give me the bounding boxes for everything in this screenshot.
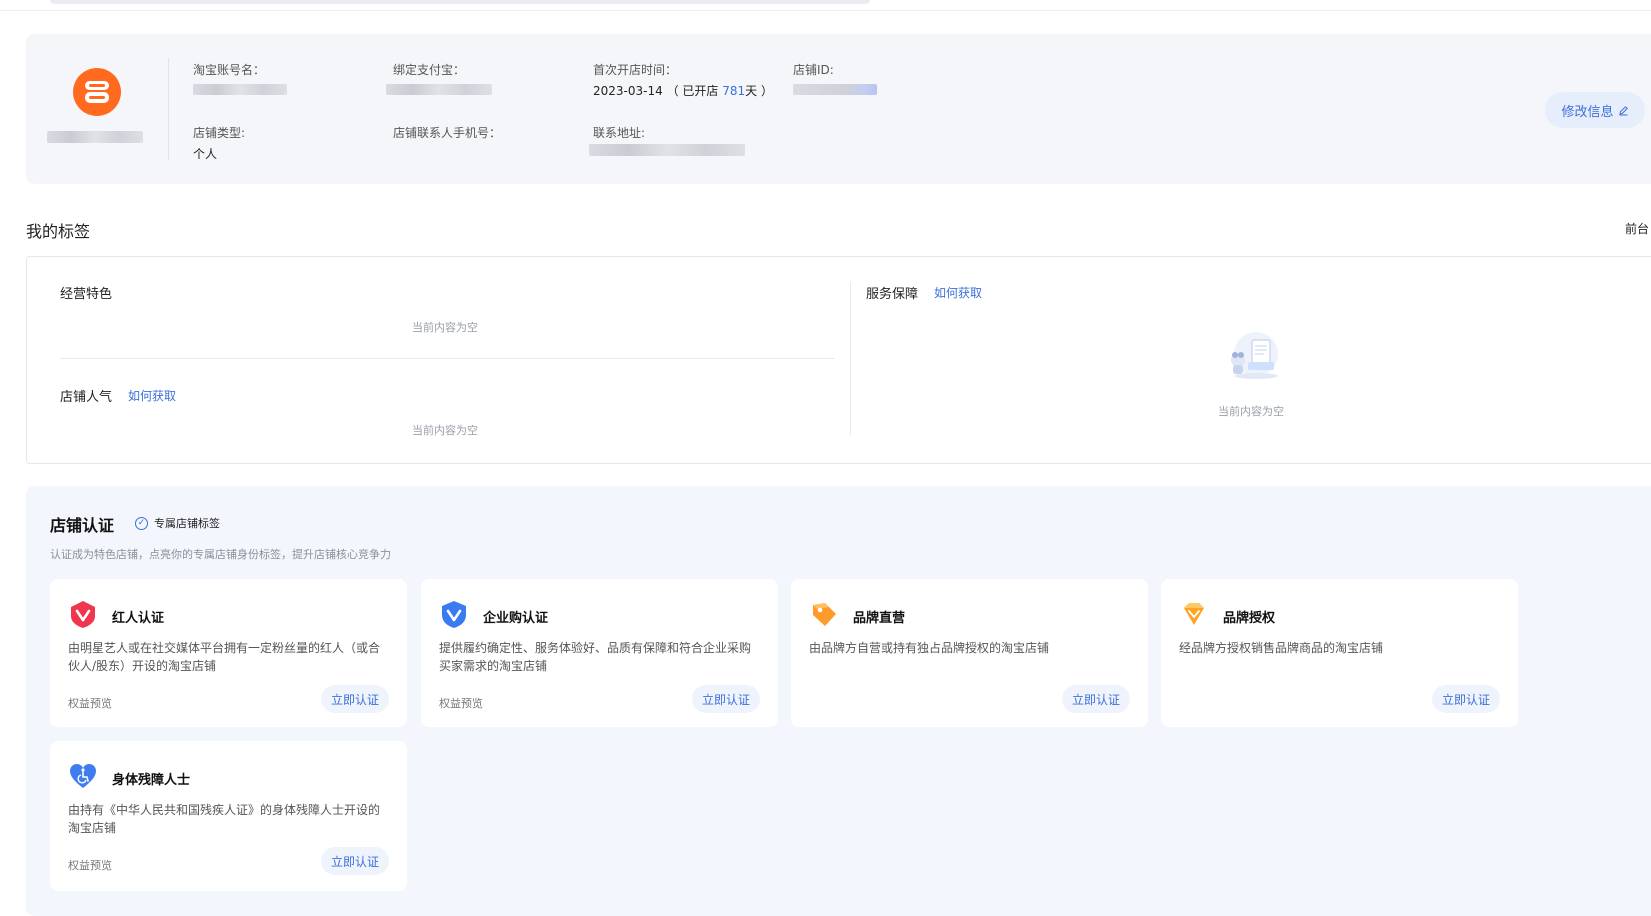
exclusive-badge-label: 专属店铺标签 <box>154 517 220 530</box>
cert-card-name: 品牌授权 <box>1223 611 1276 626</box>
certification-title: 店铺认证 <box>50 516 115 535</box>
edit-info-button[interactable]: 修改信息 <box>1545 92 1645 128</box>
taobao-account-redacted <box>193 84 287 95</box>
store-type-value: 个人 <box>193 147 218 161</box>
benefit-preview-link[interactable]: 权益预览 <box>68 857 112 873</box>
store-popularity-title: 店铺人气 <box>60 390 113 405</box>
store-info-panel <box>26 34 1651 184</box>
cert-card-enterprise: 企业购认证 提供履约确定性、服务体验好、品质有保障和符合企业采购买家需求的淘宝店… <box>421 579 778 727</box>
cert-card-disability: 身体残障人士 由持有《中华人民共和国残疾人证》的身体残障人士开设的淘宝店铺 权益… <box>50 741 407 891</box>
certification-subtitle: 认证成为特色店铺，点亮你的专属店铺身份标签，提升店铺核心竞争力 <box>50 548 391 561</box>
red-v-shield-icon <box>71 601 95 628</box>
front-page-link[interactable]: 前台 <box>1625 220 1649 237</box>
business-features-title: 经营特色 <box>60 287 113 302</box>
cert-card-influencer: 红人认证 由明星艺人或在社交媒体平台拥有一定粉丝量的红人（或合伙人/股东）开设的… <box>50 579 407 727</box>
shop-logo-icon <box>85 81 109 103</box>
store-name-redacted <box>47 131 143 143</box>
check-circle-icon: ✓ <box>135 516 148 530</box>
cert-card-name: 身体残障人士 <box>112 773 191 788</box>
cert-card-name: 品牌直营 <box>853 611 906 626</box>
cert-card-description: 由品牌方自营或持有独占品牌授权的淘宝店铺 <box>809 641 1050 655</box>
service-guarantee-title: 服务保障 <box>866 287 919 302</box>
tags-divider-h <box>60 358 835 359</box>
certify-now-button[interactable]: 立即认证 <box>1431 685 1500 713</box>
service-guarantee-how-link[interactable]: 如何获取 <box>934 284 982 301</box>
blue-heart-accessibility-icon <box>70 764 96 788</box>
tags-panel <box>26 256 1651 464</box>
address-label: 联系地址: <box>593 126 646 140</box>
cert-card-brand-authorized: 品牌授权 经品牌方授权销售品牌商品的淘宝店铺 立即认证 <box>1161 579 1518 727</box>
pencil-icon <box>1618 105 1628 115</box>
store-id-redacted <box>793 84 877 95</box>
cert-card-name: 企业购认证 <box>483 611 549 626</box>
store-popularity-how-link[interactable]: 如何获取 <box>128 387 176 404</box>
alipay-redacted <box>386 84 492 95</box>
store-popularity-empty: 当前内容为空 <box>412 424 478 437</box>
empty-state-illustration-icon <box>1231 332 1278 379</box>
alipay-label: 绑定支付宝： <box>393 63 466 77</box>
cert-card-description: 由明星艺人或在社交媒体平台拥有一定粉丝量的红人（或合伙人/股东）开设的淘宝店铺 <box>68 641 381 673</box>
orange-tag-icon <box>813 603 836 626</box>
first-open-label: 首次开店时间： <box>593 63 678 77</box>
cert-card-description: 经品牌方授权销售品牌商品的淘宝店铺 <box>1179 641 1384 655</box>
benefit-preview-link[interactable]: 权益预览 <box>68 695 112 711</box>
taobao-account-label: 淘宝账号名： <box>193 63 266 77</box>
top-search-bar-edge <box>50 0 870 4</box>
exclusive-badge: ✓ 专属店铺标签 <box>135 515 220 531</box>
certify-now-button[interactable]: 立即认证 <box>1061 685 1130 713</box>
open-days: 781 <box>722 84 746 98</box>
business-features-empty: 当前内容为空 <box>412 321 478 334</box>
top-divider <box>0 10 1651 11</box>
benefit-preview-link[interactable]: 权益预览 <box>439 695 483 711</box>
store-logo <box>73 68 121 116</box>
contact-phone-label: 店铺联系人手机号： <box>393 126 502 140</box>
service-guarantee-empty: 当前内容为空 <box>1218 405 1284 418</box>
store-id-label: 店铺ID: <box>793 63 834 77</box>
edit-info-label: 修改信息 <box>1561 104 1614 120</box>
info-divider <box>168 58 169 160</box>
certify-now-button[interactable]: 立即认证 <box>320 847 389 875</box>
blue-v-shield-icon <box>442 601 466 628</box>
certify-now-button[interactable]: 立即认证 <box>320 685 389 713</box>
cert-card-brand-direct: 品牌直营 由品牌方自营或持有独占品牌授权的淘宝店铺 立即认证 <box>791 579 1148 727</box>
certify-now-button[interactable]: 立即认证 <box>691 685 760 713</box>
my-tags-title: 我的标签 <box>26 222 91 241</box>
first-open-value: 2023-03-14 （ 已开店 781天 ） <box>593 84 773 98</box>
cert-card-name: 红人认证 <box>112 611 165 626</box>
cert-card-description: 提供履约确定性、服务体验好、品质有保障和符合企业采购买家需求的淘宝店铺 <box>439 641 752 673</box>
cert-card-description: 由持有《中华人民共和国残疾人证》的身体残障人士开设的淘宝店铺 <box>68 803 381 835</box>
orange-diamond-icon <box>1184 603 1204 625</box>
store-type-label: 店铺类型: <box>193 126 246 140</box>
tags-divider-v <box>850 282 851 436</box>
address-redacted <box>589 144 745 156</box>
